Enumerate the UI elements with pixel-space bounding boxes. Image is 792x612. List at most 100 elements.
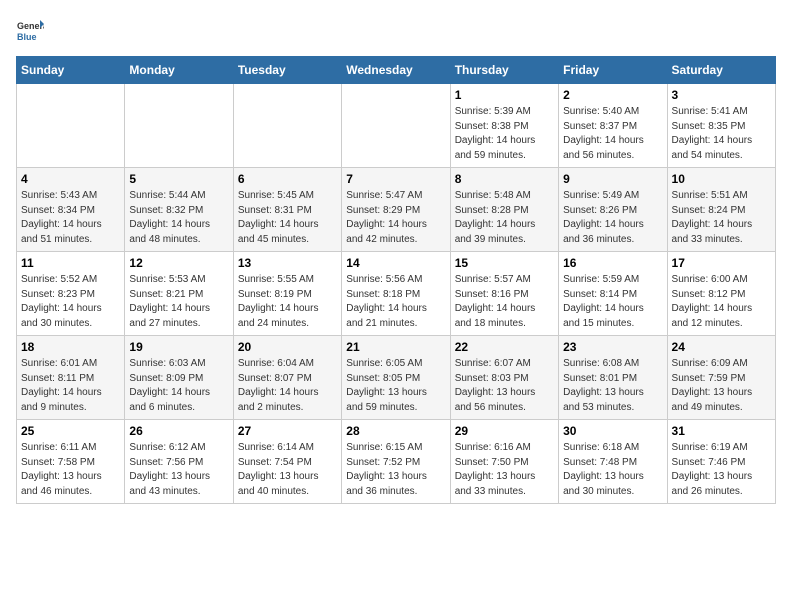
day-detail: Sunrise: 5:57 AM Sunset: 8:16 PM Dayligh… (455, 273, 554, 331)
day-number: 5 (129, 172, 228, 186)
day-number: 28 (346, 424, 445, 438)
day-number: 6 (238, 172, 337, 186)
day-detail: Sunrise: 6:11 AM Sunset: 7:58 PM Dayligh… (21, 441, 120, 499)
day-detail: Sunrise: 6:08 AM Sunset: 8:01 PM Dayligh… (563, 357, 662, 415)
day-detail: Sunrise: 6:16 AM Sunset: 7:50 PM Dayligh… (455, 441, 554, 499)
day-detail: Sunrise: 5:51 AM Sunset: 8:24 PM Dayligh… (672, 189, 771, 247)
header-cell-wednesday: Wednesday (342, 57, 450, 84)
day-cell: 16 Sunrise: 5:59 AM Sunset: 8:14 PM Dayli… (559, 252, 667, 336)
day-cell: 13 Sunrise: 5:55 AM Sunset: 8:19 PM Dayli… (233, 252, 341, 336)
header-cell-sunday: Sunday (17, 57, 125, 84)
day-number: 13 (238, 256, 337, 270)
week-row-5: 25Sunrise: 6:11 AM Sunset: 7:58 PM Dayli… (17, 420, 776, 504)
day-cell: 20Sunrise: 6:04 AM Sunset: 8:07 PM Dayli… (233, 336, 341, 420)
day-detail: Sunrise: 5:44 AM Sunset: 8:32 PM Dayligh… (129, 189, 228, 247)
day-detail: Sunrise: 5:41 AM Sunset: 8:35 PM Dayligh… (672, 105, 771, 163)
day-cell: 21 Sunrise: 6:05 AM Sunset: 8:05 PM Dayli… (342, 336, 450, 420)
day-number: 23 (563, 340, 662, 354)
day-cell: 31 Sunrise: 6:19 AM Sunset: 7:46 PM Dayli… (667, 420, 775, 504)
day-cell: 30 Sunrise: 6:18 AM Sunset: 7:48 PM Dayli… (559, 420, 667, 504)
day-number: 16 (563, 256, 662, 270)
day-cell: 19Sunrise: 6:03 AM Sunset: 8:09 PM Dayli… (125, 336, 233, 420)
day-cell: 27Sunrise: 6:14 AM Sunset: 7:54 PM Dayli… (233, 420, 341, 504)
day-cell: 9 Sunrise: 5:49 AM Sunset: 8:26 PM Daylig… (559, 168, 667, 252)
day-cell: 11Sunrise: 5:52 AM Sunset: 8:23 PM Dayli… (17, 252, 125, 336)
day-cell: 2 Sunrise: 5:40 AM Sunset: 8:37 PM Daylig… (559, 84, 667, 168)
week-row-1: 1 Sunrise: 5:39 AM Sunset: 8:38 PM Daylig… (17, 84, 776, 168)
day-cell: 18 Sunrise: 6:01 AM Sunset: 8:11 PM Dayli… (17, 336, 125, 420)
day-number: 10 (672, 172, 771, 186)
day-cell: 23 Sunrise: 6:08 AM Sunset: 8:01 PM Dayli… (559, 336, 667, 420)
day-number: 14 (346, 256, 445, 270)
day-cell (17, 84, 125, 168)
day-detail: Sunrise: 6:03 AM Sunset: 8:09 PM Dayligh… (129, 357, 228, 415)
header-cell-saturday: Saturday (667, 57, 775, 84)
day-number: 21 (346, 340, 445, 354)
day-number: 8 (455, 172, 554, 186)
header-cell-tuesday: Tuesday (233, 57, 341, 84)
day-cell: 29 Sunrise: 6:16 AM Sunset: 7:50 PM Dayli… (450, 420, 558, 504)
day-number: 17 (672, 256, 771, 270)
day-detail: Sunrise: 6:01 AM Sunset: 8:11 PM Dayligh… (21, 357, 120, 415)
day-number: 2 (563, 88, 662, 102)
day-detail: Sunrise: 5:56 AM Sunset: 8:18 PM Dayligh… (346, 273, 445, 331)
day-number: 9 (563, 172, 662, 186)
day-detail: Sunrise: 6:09 AM Sunset: 7:59 PM Dayligh… (672, 357, 771, 415)
header-cell-monday: Monday (125, 57, 233, 84)
day-cell: 8 Sunrise: 5:48 AM Sunset: 8:28 PM Daylig… (450, 168, 558, 252)
day-number: 29 (455, 424, 554, 438)
svg-text:Blue: Blue (17, 32, 37, 42)
day-detail: Sunrise: 5:40 AM Sunset: 8:37 PM Dayligh… (563, 105, 662, 163)
day-detail: Sunrise: 5:59 AM Sunset: 8:14 PM Dayligh… (563, 273, 662, 331)
day-detail: Sunrise: 5:39 AM Sunset: 8:38 PM Dayligh… (455, 105, 554, 163)
day-cell (233, 84, 341, 168)
svg-text:General: General (17, 21, 44, 31)
day-cell: 4 Sunrise: 5:43 AM Sunset: 8:34 PM Daylig… (17, 168, 125, 252)
day-cell: 24 Sunrise: 6:09 AM Sunset: 7:59 PM Dayli… (667, 336, 775, 420)
day-cell: 17 Sunrise: 6:00 AM Sunset: 8:12 PM Dayli… (667, 252, 775, 336)
day-number: 18 (21, 340, 120, 354)
day-number: 12 (129, 256, 228, 270)
day-number: 24 (672, 340, 771, 354)
week-row-2: 4 Sunrise: 5:43 AM Sunset: 8:34 PM Daylig… (17, 168, 776, 252)
day-detail: Sunrise: 5:49 AM Sunset: 8:26 PM Dayligh… (563, 189, 662, 247)
week-row-3: 11Sunrise: 5:52 AM Sunset: 8:23 PM Dayli… (17, 252, 776, 336)
day-number: 4 (21, 172, 120, 186)
day-detail: Sunrise: 5:48 AM Sunset: 8:28 PM Dayligh… (455, 189, 554, 247)
day-number: 22 (455, 340, 554, 354)
day-detail: Sunrise: 6:18 AM Sunset: 7:48 PM Dayligh… (563, 441, 662, 499)
day-cell: 28Sunrise: 6:15 AM Sunset: 7:52 PM Dayli… (342, 420, 450, 504)
day-detail: Sunrise: 6:19 AM Sunset: 7:46 PM Dayligh… (672, 441, 771, 499)
calendar-body: 1 Sunrise: 5:39 AM Sunset: 8:38 PM Daylig… (17, 84, 776, 504)
day-detail: Sunrise: 6:07 AM Sunset: 8:03 PM Dayligh… (455, 357, 554, 415)
day-cell: 22 Sunrise: 6:07 AM Sunset: 8:03 PM Dayli… (450, 336, 558, 420)
day-cell: 7Sunrise: 5:47 AM Sunset: 8:29 PM Daylig… (342, 168, 450, 252)
logo-icon: General Blue (16, 16, 44, 44)
day-number: 20 (238, 340, 337, 354)
day-number: 3 (672, 88, 771, 102)
header-cell-friday: Friday (559, 57, 667, 84)
day-number: 11 (21, 256, 120, 270)
day-detail: Sunrise: 6:00 AM Sunset: 8:12 PM Dayligh… (672, 273, 771, 331)
day-number: 30 (563, 424, 662, 438)
day-detail: Sunrise: 6:14 AM Sunset: 7:54 PM Dayligh… (238, 441, 337, 499)
day-detail: Sunrise: 6:05 AM Sunset: 8:05 PM Dayligh… (346, 357, 445, 415)
calendar-table: SundayMondayTuesdayWednesdayThursdayFrid… (16, 56, 776, 504)
day-cell: 5 Sunrise: 5:44 AM Sunset: 8:32 PM Daylig… (125, 168, 233, 252)
day-number: 1 (455, 88, 554, 102)
day-detail: Sunrise: 5:55 AM Sunset: 8:19 PM Dayligh… (238, 273, 337, 331)
calendar-header: SundayMondayTuesdayWednesdayThursdayFrid… (17, 57, 776, 84)
header-cell-thursday: Thursday (450, 57, 558, 84)
header: General Blue (16, 16, 776, 44)
day-number: 31 (672, 424, 771, 438)
day-number: 26 (129, 424, 228, 438)
logo: General Blue (16, 16, 44, 44)
day-detail: Sunrise: 6:12 AM Sunset: 7:56 PM Dayligh… (129, 441, 228, 499)
day-cell: 14 Sunrise: 5:56 AM Sunset: 8:18 PM Dayli… (342, 252, 450, 336)
day-cell: 6Sunrise: 5:45 AM Sunset: 8:31 PM Daylig… (233, 168, 341, 252)
day-detail: Sunrise: 5:43 AM Sunset: 8:34 PM Dayligh… (21, 189, 120, 247)
day-detail: Sunrise: 5:47 AM Sunset: 8:29 PM Dayligh… (346, 189, 445, 247)
header-row: SundayMondayTuesdayWednesdayThursdayFrid… (17, 57, 776, 84)
day-cell: 3 Sunrise: 5:41 AM Sunset: 8:35 PM Daylig… (667, 84, 775, 168)
day-number: 15 (455, 256, 554, 270)
